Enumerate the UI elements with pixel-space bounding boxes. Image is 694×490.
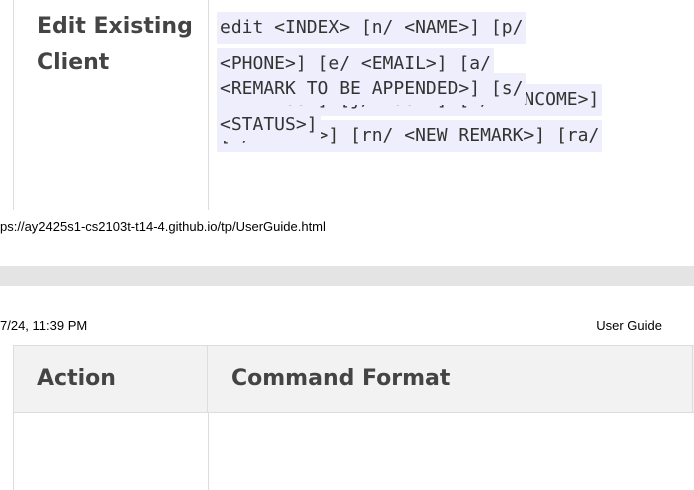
- command-code: <REMARK TO BE APPENDED>] [s/: [217, 73, 527, 105]
- command-code: edit <INDEX> [n/ <NAME>] [p/: [217, 12, 527, 44]
- action-name: Edit Existing Client: [37, 14, 193, 75]
- command-code: <STATUS>]: [217, 109, 321, 141]
- table-header-row: Action Command Format: [14, 345, 694, 413]
- header-action: Action: [14, 346, 208, 412]
- document-page: Edit Existing Client edit <INDEX> [n/ <N…: [0, 0, 694, 490]
- command-line-1: edit <INDEX> [n/ <NAME>] [p/: [217, 10, 687, 46]
- header-column-divider: [692, 346, 693, 412]
- commands-table-fragment-bottom: Action Command Format: [13, 345, 694, 490]
- print-footer-url: ps://ay2425s1-cs2103t-t14-4.github.io/tp…: [0, 219, 326, 234]
- action-cell-continued: [14, 413, 209, 490]
- page-break-gap: [0, 266, 694, 286]
- header-command-format: Command Format: [231, 366, 451, 391]
- command-line-5: <REMARK TO BE APPENDED>] [s/: [217, 71, 687, 107]
- print-header-date: 7/24, 11:39 PM: [0, 318, 88, 333]
- action-cell: Edit Existing Client: [14, 0, 209, 210]
- print-header-title: User Guide: [596, 318, 662, 333]
- command-format-cell-continued: <REMARK TO BE APPENDED>] [s/ <STATUS>]: [217, 71, 687, 143]
- command-line-6: <STATUS>]: [217, 107, 687, 143]
